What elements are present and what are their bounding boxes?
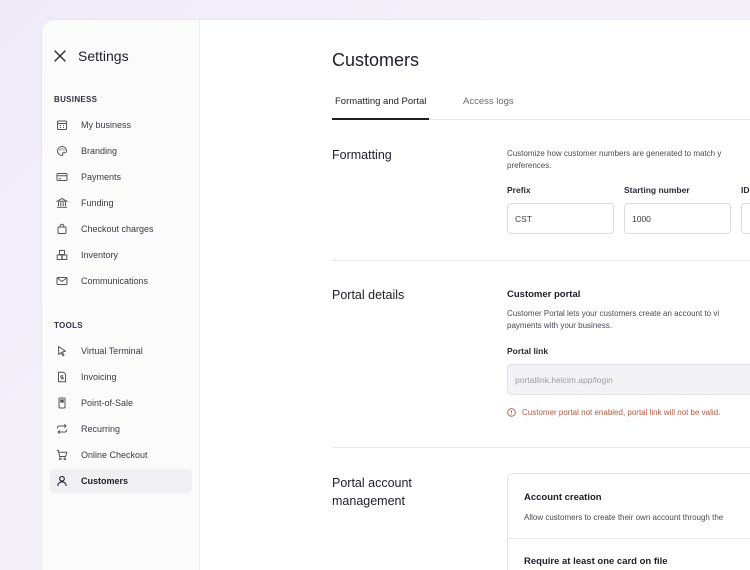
sidebar-item-point-of-sale[interactable]: Point-of-Sale [50,391,192,415]
sidebar-item-my-business[interactable]: My business [50,113,192,137]
shopping-bag-icon [56,223,68,235]
boxes-icon [56,249,68,261]
page-title: Customers [332,50,420,70]
tab-access-logs[interactable]: Access logs [460,96,517,120]
calendar-grid-icon [56,119,68,131]
prefix-label: Prefix [507,185,531,195]
sidebar-item-label: Point-of-Sale [81,398,134,408]
sidebar-item-label: My business [81,120,132,130]
sidebar-item-customers[interactable]: Customers [50,469,192,493]
prefix-input[interactable]: CST [507,203,614,234]
portal-description-line2: payments with your business. [507,321,612,330]
sidebar: Settings BUSINESS My business Branding P… [42,20,200,570]
portal-link-label: Portal link [507,346,549,356]
main-content: Customers Formatting and Portal Access l… [201,20,750,570]
formatting-description-line1: Customize how customer numbers are gener… [507,149,722,158]
close-icon[interactable] [54,50,66,62]
id-input[interactable] [741,203,750,234]
sidebar-item-label: Customers [81,476,129,486]
envelope-icon [56,275,68,287]
section-label-business: BUSINESS [54,95,98,104]
section-label-tools: TOOLS [54,321,83,330]
account-creation-title: Account creation [524,492,602,503]
sidebar-item-label: Funding [81,198,114,208]
section-title-account-line2: management [332,494,405,508]
sidebar-item-label: Checkout charges [81,224,154,234]
sidebar-item-invoicing[interactable]: Invoicing [50,365,192,389]
id-label: ID [741,185,750,195]
warning-circle-icon [507,408,516,417]
bank-icon [56,197,68,209]
sidebar-item-online-checkout[interactable]: Online Checkout [50,443,192,467]
tab-formatting-and-portal[interactable]: Formatting and Portal [332,96,430,120]
user-icon [56,475,68,487]
section-title-portal-details: Portal details [332,288,405,302]
formatting-description-line2: preferences. [507,161,552,170]
sidebar-item-communications[interactable]: Communications [50,269,192,293]
starting-number-input[interactable]: 1000 [624,203,731,234]
cart-icon [56,449,68,461]
repeat-icon [56,423,68,435]
require-card-title: Require at least one card on file [524,556,668,567]
portal-link-input[interactable]: portallink.helcim.app/login [507,364,750,395]
sidebar-item-inventory[interactable]: Inventory [50,243,192,267]
sidebar-item-branding[interactable]: Branding [50,139,192,163]
customer-portal-title: Customer portal [507,289,581,300]
sidebar-title: Settings [78,48,129,64]
section-divider [332,260,750,261]
section-title-account-line1: Portal account [332,476,412,490]
invoice-icon [56,371,68,383]
sidebar-item-checkout-charges[interactable]: Checkout charges [50,217,192,241]
sidebar-header: Settings [54,48,129,64]
sidebar-item-label: Branding [81,146,118,156]
section-divider [332,447,750,448]
sidebar-item-label: Recurring [81,424,121,434]
sidebar-item-label: Payments [81,172,122,182]
portal-warning-text: Customer portal not enabled, portal link… [522,408,721,417]
sidebar-item-label: Inventory [81,250,119,260]
sidebar-item-funding[interactable]: Funding [50,191,192,215]
sidebar-item-label: Online Checkout [81,450,148,460]
account-creation-description: Allow customers to create their own acco… [524,513,724,522]
tab-bar: Formatting and Portal Access logs [332,96,750,120]
sidebar-item-virtual-terminal[interactable]: Virtual Terminal [50,339,192,363]
starting-number-value: 1000 [632,213,651,224]
settings-window: Settings BUSINESS My business Branding P… [42,20,750,570]
sidebar-item-label: Invoicing [81,372,117,382]
palette-icon [56,145,68,157]
prefix-value: CST [515,213,532,224]
card-divider [508,538,750,539]
starting-number-label: Starting number [624,185,690,195]
section-title-formatting: Formatting [332,148,392,162]
pos-device-icon [56,397,68,409]
sidebar-item-label: Communications [81,276,149,286]
sidebar-item-recurring[interactable]: Recurring [50,417,192,441]
sidebar-item-payments[interactable]: Payments [50,165,192,189]
portal-warning: Customer portal not enabled, portal link… [507,408,720,417]
portal-description-line1: Customer Portal lets your customers crea… [507,309,720,318]
credit-card-icon [56,171,68,183]
account-settings-card: Account creation Allow customers to crea… [507,473,750,570]
portal-link-placeholder: portallink.helcim.app/login [515,374,613,385]
sidebar-item-label: Virtual Terminal [81,346,143,356]
cursor-icon [56,345,68,357]
